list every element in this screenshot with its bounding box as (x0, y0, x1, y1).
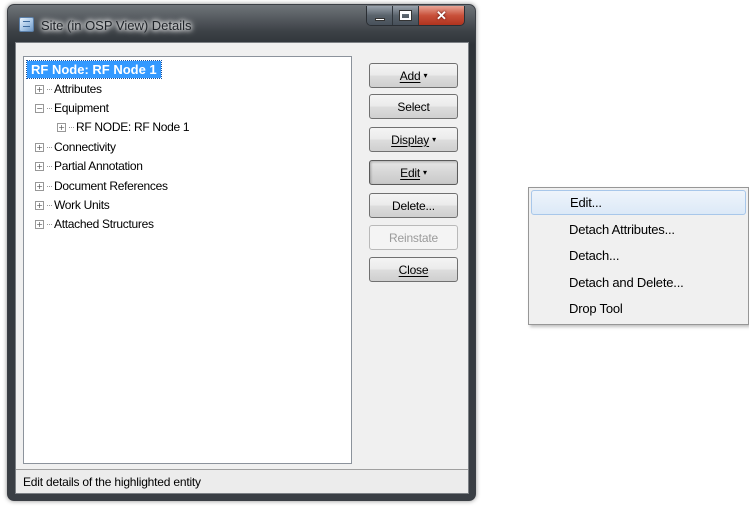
menu-item-detach-attributes[interactable]: Detach Attributes... (531, 217, 746, 242)
tree-item-rf-node-equipment[interactable]: + RF NODE: RF Node 1 (57, 118, 190, 136)
close-window-button[interactable]: ✕ (419, 6, 464, 25)
dropdown-arrow-icon: ▾ (423, 71, 428, 80)
maximize-button[interactable] (393, 6, 419, 25)
title-bar[interactable]: Site (in OSP View) Details ✕ (8, 5, 475, 41)
tree-connector (47, 223, 52, 225)
tree-connector (47, 185, 52, 187)
tree-item-label: Equipment (54, 101, 109, 115)
status-text: Edit details of the highlighted entity (23, 475, 201, 489)
tree-connector (47, 107, 52, 109)
tree-item-work-units[interactable]: + Work Units (35, 196, 110, 214)
tree-connector (69, 126, 74, 128)
tree-item-label: Attributes (54, 82, 102, 96)
edit-button[interactable]: Edit ▾ (369, 160, 458, 185)
expand-icon[interactable]: + (35, 84, 44, 94)
reinstate-button-label: Reinstate (389, 230, 438, 245)
minimize-icon (374, 17, 385, 21)
delete-button-label: Delete... (392, 198, 435, 213)
edit-context-menu: Edit... Detach Attributes... Detach... D… (528, 187, 749, 325)
delete-button[interactable]: Delete... (369, 193, 458, 218)
menu-item-detach-and-delete[interactable]: Detach and Delete... (531, 270, 746, 295)
minimize-button[interactable] (367, 6, 393, 25)
collapse-icon[interactable]: − (35, 103, 44, 113)
details-dialog: Site (in OSP View) Details ✕ RF Node: RF… (7, 4, 476, 501)
dialog-client-area: RF Node: RF Node 1 + Attributes − Equipm… (15, 42, 469, 494)
tree-item-label: Work Units (54, 198, 110, 212)
close-button-label: Close (398, 262, 429, 277)
entity-tree[interactable]: RF Node: RF Node 1 + Attributes − Equipm… (23, 56, 352, 464)
tree-item-connectivity[interactable]: + Connectivity (35, 138, 116, 156)
expand-icon[interactable]: + (35, 181, 44, 191)
dropdown-arrow-icon: ▾ (432, 135, 436, 144)
tree-item-equipment[interactable]: − Equipment (35, 99, 109, 117)
window-title: Site (in OSP View) Details (41, 18, 192, 33)
close-icon: ✕ (436, 7, 447, 23)
menu-item-detach[interactable]: Detach... (531, 243, 746, 268)
tree-connector (47, 165, 52, 167)
menu-item-drop-tool[interactable]: Drop Tool (531, 296, 746, 321)
dropdown-arrow-icon: ▾ (423, 168, 427, 177)
window-icon (19, 17, 34, 32)
maximize-icon (399, 10, 412, 21)
expand-icon[interactable]: + (35, 142, 44, 152)
expand-icon[interactable]: + (35, 219, 44, 229)
tree-item-label: RF NODE: RF Node 1 (76, 120, 190, 134)
expand-icon[interactable]: + (35, 200, 44, 210)
add-button[interactable]: Add ▾ (369, 63, 458, 88)
tree-item-label: Document References (54, 179, 168, 193)
tree-item-attributes[interactable]: + Attributes (35, 80, 102, 98)
status-bar: Edit details of the highlighted entity (16, 469, 468, 493)
reinstate-button[interactable]: Reinstate (369, 225, 458, 250)
close-button[interactable]: Close (369, 257, 458, 282)
tree-connector (47, 146, 52, 148)
tree-item-label: Attached Structures (54, 217, 154, 231)
tree-item-label: Partial Annotation (54, 159, 143, 173)
tree-item-attached-structures[interactable]: + Attached Structures (35, 215, 154, 233)
display-button[interactable]: Display ▾ (369, 127, 458, 152)
select-button-label: Select (397, 99, 430, 114)
display-button-label: Display (391, 132, 430, 147)
tree-item-document-references[interactable]: + Document References (35, 177, 168, 195)
expand-icon[interactable]: + (57, 122, 66, 132)
tree-item-partial-annotation[interactable]: + Partial Annotation (35, 157, 143, 175)
add-button-label: Add (399, 68, 421, 83)
menu-item-edit[interactable]: Edit... (531, 190, 746, 215)
expand-icon[interactable]: + (35, 161, 44, 171)
tree-connector (47, 88, 52, 90)
window-controls: ✕ (366, 6, 465, 26)
select-button[interactable]: Select (369, 94, 458, 119)
tree-root-rf-node[interactable]: RF Node: RF Node 1 (26, 60, 162, 79)
edit-button-label: Edit (400, 165, 421, 180)
tree-item-label: Connectivity (54, 140, 116, 154)
tree-connector (47, 204, 52, 206)
